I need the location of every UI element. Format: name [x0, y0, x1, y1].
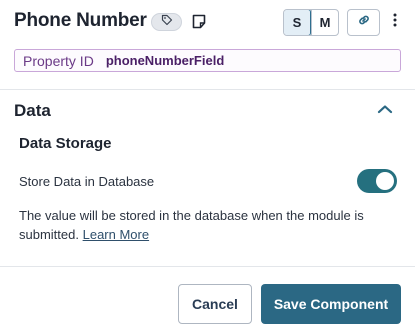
save-component-button[interactable]: Save Component — [261, 284, 401, 324]
property-id-label: Property ID — [23, 52, 94, 69]
component-header: Phone Number S M — [0, 0, 415, 44]
footer-divider — [0, 266, 415, 267]
component-title: Phone Number — [14, 10, 147, 31]
store-data-label: Store Data in Database — [19, 174, 155, 189]
chevron-up-icon — [377, 101, 393, 119]
tag-icon — [161, 13, 173, 31]
note-icon[interactable] — [191, 13, 206, 29]
toggle-knob — [376, 172, 394, 190]
size-medium-button[interactable]: M — [311, 10, 338, 35]
link-icon — [357, 13, 371, 32]
help-text: The value will be stored in the database… — [19, 206, 389, 244]
link-button[interactable] — [347, 9, 380, 36]
help-description: The value will be stored in the database… — [19, 208, 364, 242]
size-small-button[interactable]: S — [284, 10, 311, 35]
size-toggle: S M — [283, 9, 339, 36]
collapse-section-button[interactable] — [376, 103, 394, 117]
divider — [0, 89, 415, 90]
section-title: Data — [14, 101, 51, 120]
property-id-field[interactable]: Property ID phoneNumberField — [14, 49, 401, 72]
property-id-value: phoneNumberField — [105, 53, 225, 68]
cancel-button[interactable]: Cancel — [178, 284, 252, 324]
learn-more-link[interactable]: Learn More — [83, 227, 149, 242]
more-vertical-icon — [393, 13, 397, 32]
subsection-title: Data Storage — [19, 135, 112, 152]
more-options-button[interactable] — [386, 9, 404, 36]
store-data-toggle[interactable] — [357, 169, 397, 193]
tag-button[interactable] — [151, 13, 182, 31]
